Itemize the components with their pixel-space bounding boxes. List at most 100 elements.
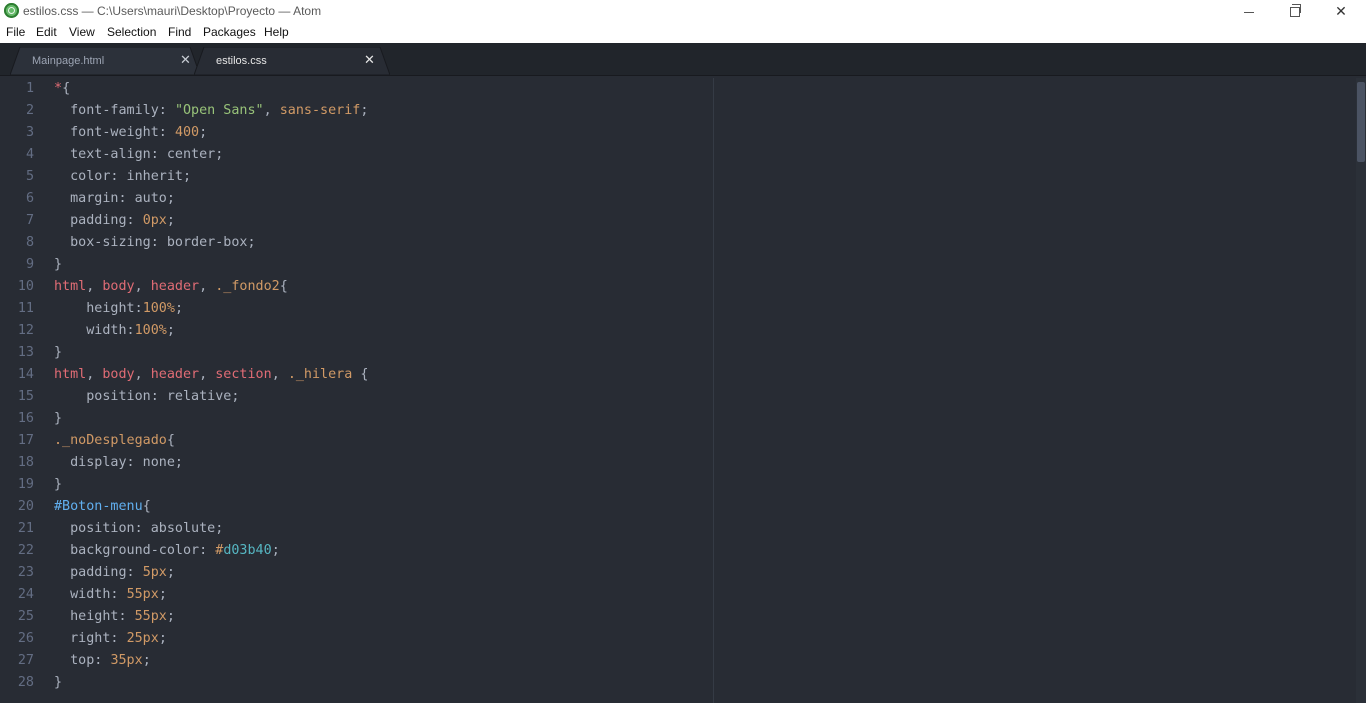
tab-mainpage-html[interactable]: Mainpage.html ✕ [10, 47, 200, 75]
maximize-button[interactable] [1272, 0, 1318, 22]
code-line[interactable]: font-weight: 400; [54, 125, 207, 140]
code-line[interactable]: #Boton-menu{ [54, 499, 151, 514]
code-token: font-weight: [54, 125, 175, 140]
code-token: ; [166, 213, 175, 228]
menu-view[interactable]: View [69, 25, 95, 39]
code-line[interactable]: } [54, 675, 62, 690]
code-token: body [102, 279, 135, 294]
menu-edit[interactable]: Edit [36, 25, 57, 39]
code-token: ; [271, 543, 280, 558]
tab-estilos-css[interactable]: estilos.css ✕ [194, 47, 390, 75]
code-token: ; [199, 125, 208, 140]
code-line[interactable]: background-color: #d03b40; [54, 543, 280, 558]
code-token: 55px [134, 609, 167, 624]
line-number: 4 [25, 147, 34, 162]
code-line[interactable]: right: 25px; [54, 631, 167, 646]
line-number: 2 [25, 103, 34, 118]
code-line[interactable]: display: none; [54, 455, 183, 470]
line-number: 3 [25, 125, 34, 140]
code-token: 5px [142, 565, 167, 580]
code-line[interactable]: width:100%; [54, 323, 175, 338]
line-number: 16 [17, 411, 34, 426]
code-line[interactable]: ._noDesplegado{ [54, 433, 175, 448]
code-line[interactable]: position: absolute; [54, 521, 223, 536]
code-token: box-sizing: border-box; [54, 235, 256, 250]
code-token: { [62, 81, 71, 96]
code-line[interactable]: box-sizing: border-box; [54, 235, 256, 250]
line-number: 27 [17, 653, 34, 668]
line-number: 10 [17, 279, 34, 294]
line-number: 5 [25, 169, 34, 184]
code-line[interactable]: color: inherit; [54, 169, 191, 184]
code-line[interactable]: height: 55px; [54, 609, 175, 624]
minimize-button[interactable] [1226, 0, 1272, 22]
code-line[interactable]: } [54, 257, 62, 272]
code-token: , [86, 279, 103, 294]
code-token: margin: auto; [54, 191, 175, 206]
menu-packages[interactable]: Packages [203, 25, 256, 39]
code-token: top: [54, 653, 111, 668]
code-line[interactable]: height:100%; [54, 301, 183, 316]
code-token: header [150, 367, 200, 382]
line-number: 7 [25, 213, 34, 228]
code-line[interactable]: html, body, header, ._fondo2{ [54, 279, 288, 294]
line-number: 25 [17, 609, 34, 624]
scrollbar-thumb[interactable] [1357, 82, 1365, 162]
menu-file[interactable]: File [6, 25, 25, 39]
code-token: ; [174, 301, 183, 316]
code-line[interactable]: text-align: center; [54, 147, 223, 162]
code-token: , [134, 279, 151, 294]
code-token: , [134, 367, 151, 382]
vertical-scrollbar[interactable] [1356, 78, 1366, 703]
code-line[interactable]: } [54, 411, 62, 426]
code-token: header [150, 279, 200, 294]
code-line[interactable]: margin: auto; [54, 191, 175, 206]
code-line[interactable]: top: 35px; [54, 653, 151, 668]
close-window-button[interactable]: ✕ [1318, 0, 1364, 22]
code-line[interactable]: padding: 0px; [54, 213, 175, 228]
code-token: background-color: [54, 543, 216, 558]
menu-selection[interactable]: Selection [107, 25, 156, 39]
code-token: text-align: center; [54, 147, 224, 162]
line-number: 12 [17, 323, 34, 338]
code-token: } [54, 411, 63, 426]
line-number: 21 [17, 521, 34, 536]
code-line[interactable]: position: relative; [54, 389, 239, 404]
close-icon[interactable]: ✕ [180, 52, 191, 68]
code-line[interactable]: html, body, header, section, ._hilera { [54, 367, 368, 382]
tab-label: estilos.css [216, 55, 267, 67]
line-number: 1 [25, 81, 34, 96]
close-icon: ✕ [1335, 3, 1347, 19]
code-token: ; [360, 103, 369, 118]
code-line[interactable]: width: 55px; [54, 587, 167, 602]
code-token: , [86, 367, 103, 382]
code-token: ._hilera [287, 367, 353, 382]
line-number: 19 [17, 477, 34, 492]
code-token: height: [54, 609, 135, 624]
code-token: display: none; [54, 455, 183, 470]
code-token: , [263, 103, 280, 118]
code-token: * [54, 81, 63, 96]
code-token: d03b40 [223, 543, 272, 558]
code-token: html [54, 279, 87, 294]
menu-help[interactable]: Help [264, 25, 289, 39]
code-line[interactable]: } [54, 345, 62, 360]
code-token: section [215, 367, 272, 382]
code-token: body [102, 367, 135, 382]
code-token: } [54, 477, 63, 492]
code-line[interactable]: padding: 5px; [54, 565, 175, 580]
menu-find[interactable]: Find [168, 25, 191, 39]
code-token: sans-serif [279, 103, 361, 118]
code-token: height: [54, 301, 143, 316]
code-line[interactable]: font-family: "Open Sans", sans-serif; [54, 103, 368, 118]
line-number: 26 [17, 631, 34, 646]
code-line[interactable]: *{ [54, 81, 70, 96]
code-token: , [199, 367, 216, 382]
code-token: ; [158, 631, 167, 646]
line-number: 28 [17, 675, 34, 690]
code-token: color: inherit; [54, 169, 192, 184]
code-token: "Open Sans" [174, 103, 264, 118]
close-icon[interactable]: ✕ [364, 52, 375, 68]
code-editor[interactable]: 1 2 3 4 5 6 7 8 9 10 11 12 13 14 15 16 17 18 19 20 21 22 23 24 2… [0, 78, 1356, 703]
code-line[interactable]: } [54, 477, 62, 492]
